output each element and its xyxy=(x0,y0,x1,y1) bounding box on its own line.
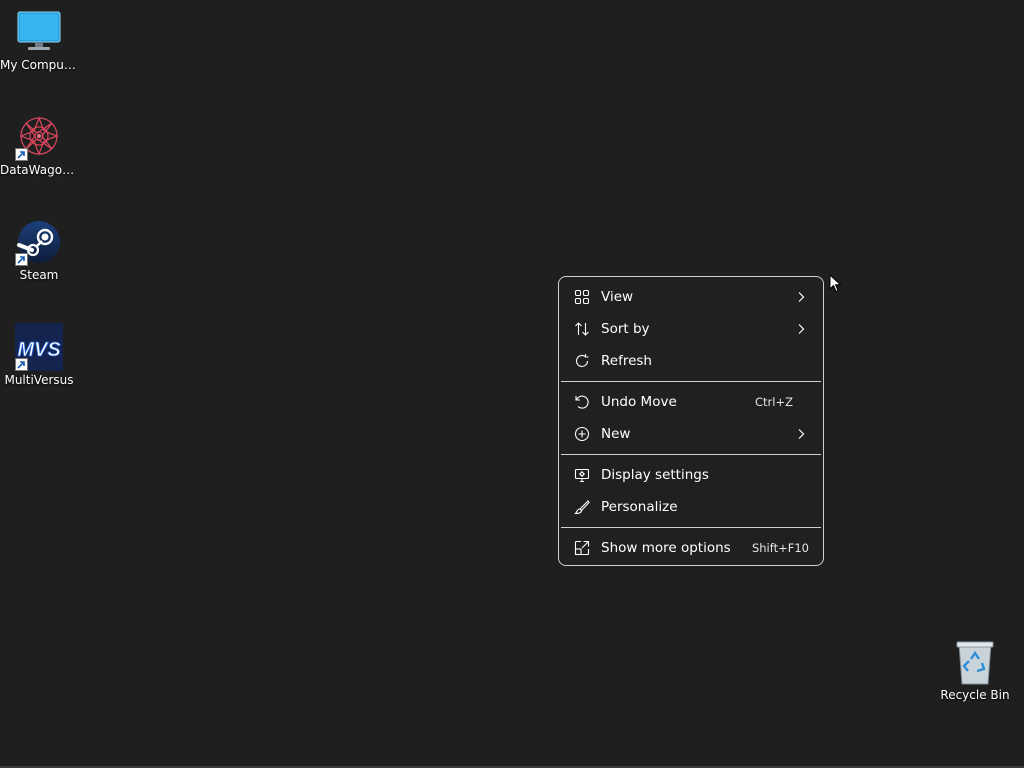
menu-item-display-settings[interactable]: Display settings xyxy=(563,459,819,491)
menu-item-label: Refresh xyxy=(601,353,652,369)
desktop-icon-label: Steam xyxy=(19,268,59,282)
show-more-icon xyxy=(573,539,591,557)
refresh-icon xyxy=(573,352,591,370)
desktop-icon-label: My Computer xyxy=(0,58,79,72)
chevron-right-icon xyxy=(795,291,807,303)
menu-item-label: Personalize xyxy=(601,499,678,515)
multiversus-icon: MVS xyxy=(15,323,63,371)
desktop-icon-recycle-bin[interactable]: Recycle Bin xyxy=(935,638,1015,702)
menu-item-new[interactable]: New xyxy=(563,418,819,450)
menu-item-label: View xyxy=(601,289,634,305)
desktop[interactable]: My Computer DataWagon... Steam MVS Multi… xyxy=(0,0,1024,768)
menu-separator xyxy=(561,381,821,382)
menu-separator xyxy=(561,527,821,528)
shortcut-arrow-icon xyxy=(15,358,28,371)
menu-item-label: Show more options xyxy=(601,540,731,556)
menu-item-label: Sort by xyxy=(601,321,650,337)
display-settings-icon xyxy=(573,466,591,484)
desktop-icon-steam[interactable]: Steam xyxy=(0,218,79,282)
desktop-icon-label: DataWagon... xyxy=(0,163,79,177)
menu-item-sort-by[interactable]: Sort by xyxy=(563,313,819,345)
monitor-icon xyxy=(15,8,63,56)
mouse-cursor-icon xyxy=(829,273,843,298)
menu-item-personalize[interactable]: Personalize xyxy=(563,491,819,523)
shortcut-arrow-icon xyxy=(15,253,28,266)
grid-icon xyxy=(573,288,591,306)
menu-item-show-more-options[interactable]: Show more options Shift+F10 xyxy=(563,532,819,564)
menu-item-view[interactable]: View xyxy=(563,281,819,313)
datawagon-icon xyxy=(15,113,63,161)
chevron-right-icon xyxy=(795,323,807,335)
recycle-bin-icon xyxy=(951,638,999,686)
menu-separator xyxy=(561,454,821,455)
menu-item-label: New xyxy=(601,426,631,442)
brush-icon xyxy=(573,498,591,516)
chevron-right-icon xyxy=(795,428,807,440)
menu-item-label: Display settings xyxy=(601,467,709,483)
desktop-icon-datawagon[interactable]: DataWagon... xyxy=(0,113,79,177)
menu-item-shortcut: Ctrl+Z xyxy=(755,395,793,409)
menu-item-shortcut: Shift+F10 xyxy=(751,541,809,555)
menu-item-undo-move[interactable]: Undo Move Ctrl+Z xyxy=(563,386,819,418)
desktop-icon-label: Recycle Bin xyxy=(940,688,1010,702)
plus-circle-icon xyxy=(573,425,591,443)
desktop-icon-label: MultiVersus xyxy=(4,373,74,387)
menu-item-refresh[interactable]: Refresh xyxy=(563,345,819,377)
shortcut-arrow-icon xyxy=(15,148,28,161)
desktop-icon-my-computer[interactable]: My Computer xyxy=(0,8,79,72)
menu-item-label: Undo Move xyxy=(601,394,677,410)
undo-icon xyxy=(573,393,591,411)
steam-icon xyxy=(15,218,63,266)
desktop-context-menu: View Sort by Refresh Undo Move Ctrl+Z Ne… xyxy=(558,276,824,566)
desktop-icon-multiversus[interactable]: MVS MultiVersus xyxy=(0,323,79,387)
sort-icon xyxy=(573,320,591,338)
